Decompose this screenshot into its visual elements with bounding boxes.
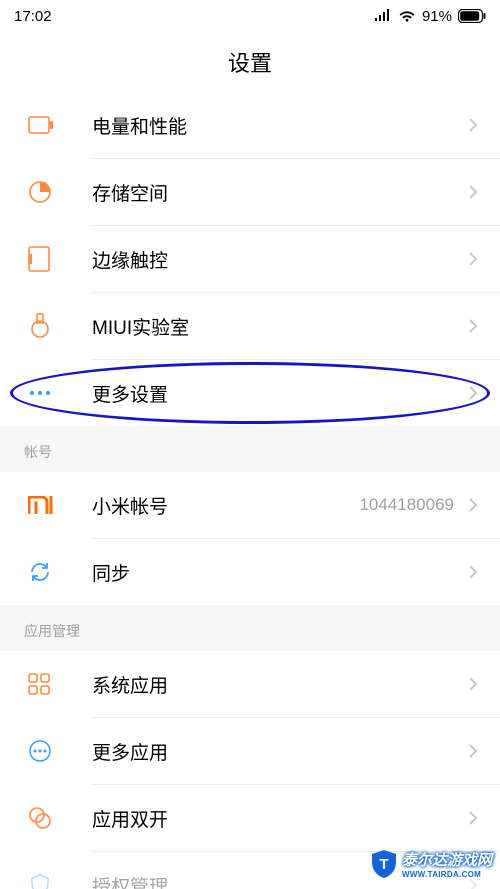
row-edge-touch[interactable]: 边缘触控	[0, 226, 500, 292]
row-more-settings[interactable]: 更多设置	[0, 360, 500, 426]
chevron-right-icon	[466, 117, 480, 133]
row-value: 1044180069	[359, 495, 454, 515]
battery-percent: 91%	[422, 8, 452, 25]
row-battery-performance[interactable]: 电量和性能	[0, 92, 500, 158]
row-label: 边缘触控	[92, 246, 466, 273]
section-header-apps: 应用管理	[0, 605, 500, 651]
row-label: 电量和性能	[92, 112, 466, 139]
settings-list: 电量和性能 存储空间 边缘触控 MIUI实验室 更多设置 帐号	[0, 92, 500, 889]
chevron-right-icon	[466, 676, 480, 692]
storage-pie-icon	[28, 180, 62, 204]
row-storage[interactable]: 存储空间	[0, 159, 500, 225]
row-dual-app[interactable]: 应用双开	[0, 785, 500, 851]
row-system-apps[interactable]: 系统应用	[0, 651, 500, 717]
chevron-right-icon	[466, 385, 480, 401]
row-label: 应用双开	[92, 805, 466, 832]
page-title-bar: 设置	[0, 32, 500, 92]
row-sync[interactable]: 同步	[0, 539, 500, 605]
chevron-right-icon	[466, 497, 480, 513]
status-bar: 17:02 91%	[0, 0, 500, 32]
battery-icon	[28, 116, 62, 134]
row-label: 小米帐号	[92, 492, 359, 519]
chevron-right-icon	[466, 251, 480, 267]
status-time: 17:02	[14, 8, 52, 25]
chevron-right-icon	[466, 184, 480, 200]
dual-app-icon	[28, 806, 62, 830]
chevron-right-icon	[466, 743, 480, 759]
row-label: 更多设置	[92, 380, 466, 407]
chevron-right-icon	[466, 810, 480, 826]
row-miui-lab[interactable]: MIUI实验室	[0, 293, 500, 359]
battery-icon	[458, 9, 486, 23]
row-label: 系统应用	[92, 671, 466, 698]
wifi-icon	[398, 9, 416, 23]
row-label: 同步	[92, 559, 466, 586]
section-header-account: 帐号	[0, 426, 500, 472]
sync-icon	[28, 560, 62, 584]
row-label: 存储空间	[92, 179, 466, 206]
chevron-right-icon	[466, 877, 480, 889]
mi-logo-icon	[28, 496, 62, 514]
chevron-right-icon	[466, 564, 480, 580]
signal-icon	[374, 9, 392, 23]
row-permissions[interactable]: 授权管理	[0, 852, 500, 889]
permission-icon	[28, 873, 62, 889]
lab-flask-icon	[28, 313, 62, 339]
grid-apps-icon	[28, 673, 62, 695]
row-label: 授权管理	[92, 872, 466, 889]
page-title: 设置	[228, 46, 272, 78]
edge-touch-icon	[28, 246, 62, 272]
row-mi-account[interactable]: 小米帐号 1044180069	[0, 472, 500, 538]
row-more-apps[interactable]: 更多应用	[0, 718, 500, 784]
row-label: MIUI实验室	[92, 313, 466, 340]
more-dots-icon	[28, 390, 62, 396]
more-circle-icon	[28, 739, 62, 763]
chevron-right-icon	[466, 318, 480, 334]
status-right: 91%	[374, 8, 486, 25]
row-label: 更多应用	[92, 738, 466, 765]
